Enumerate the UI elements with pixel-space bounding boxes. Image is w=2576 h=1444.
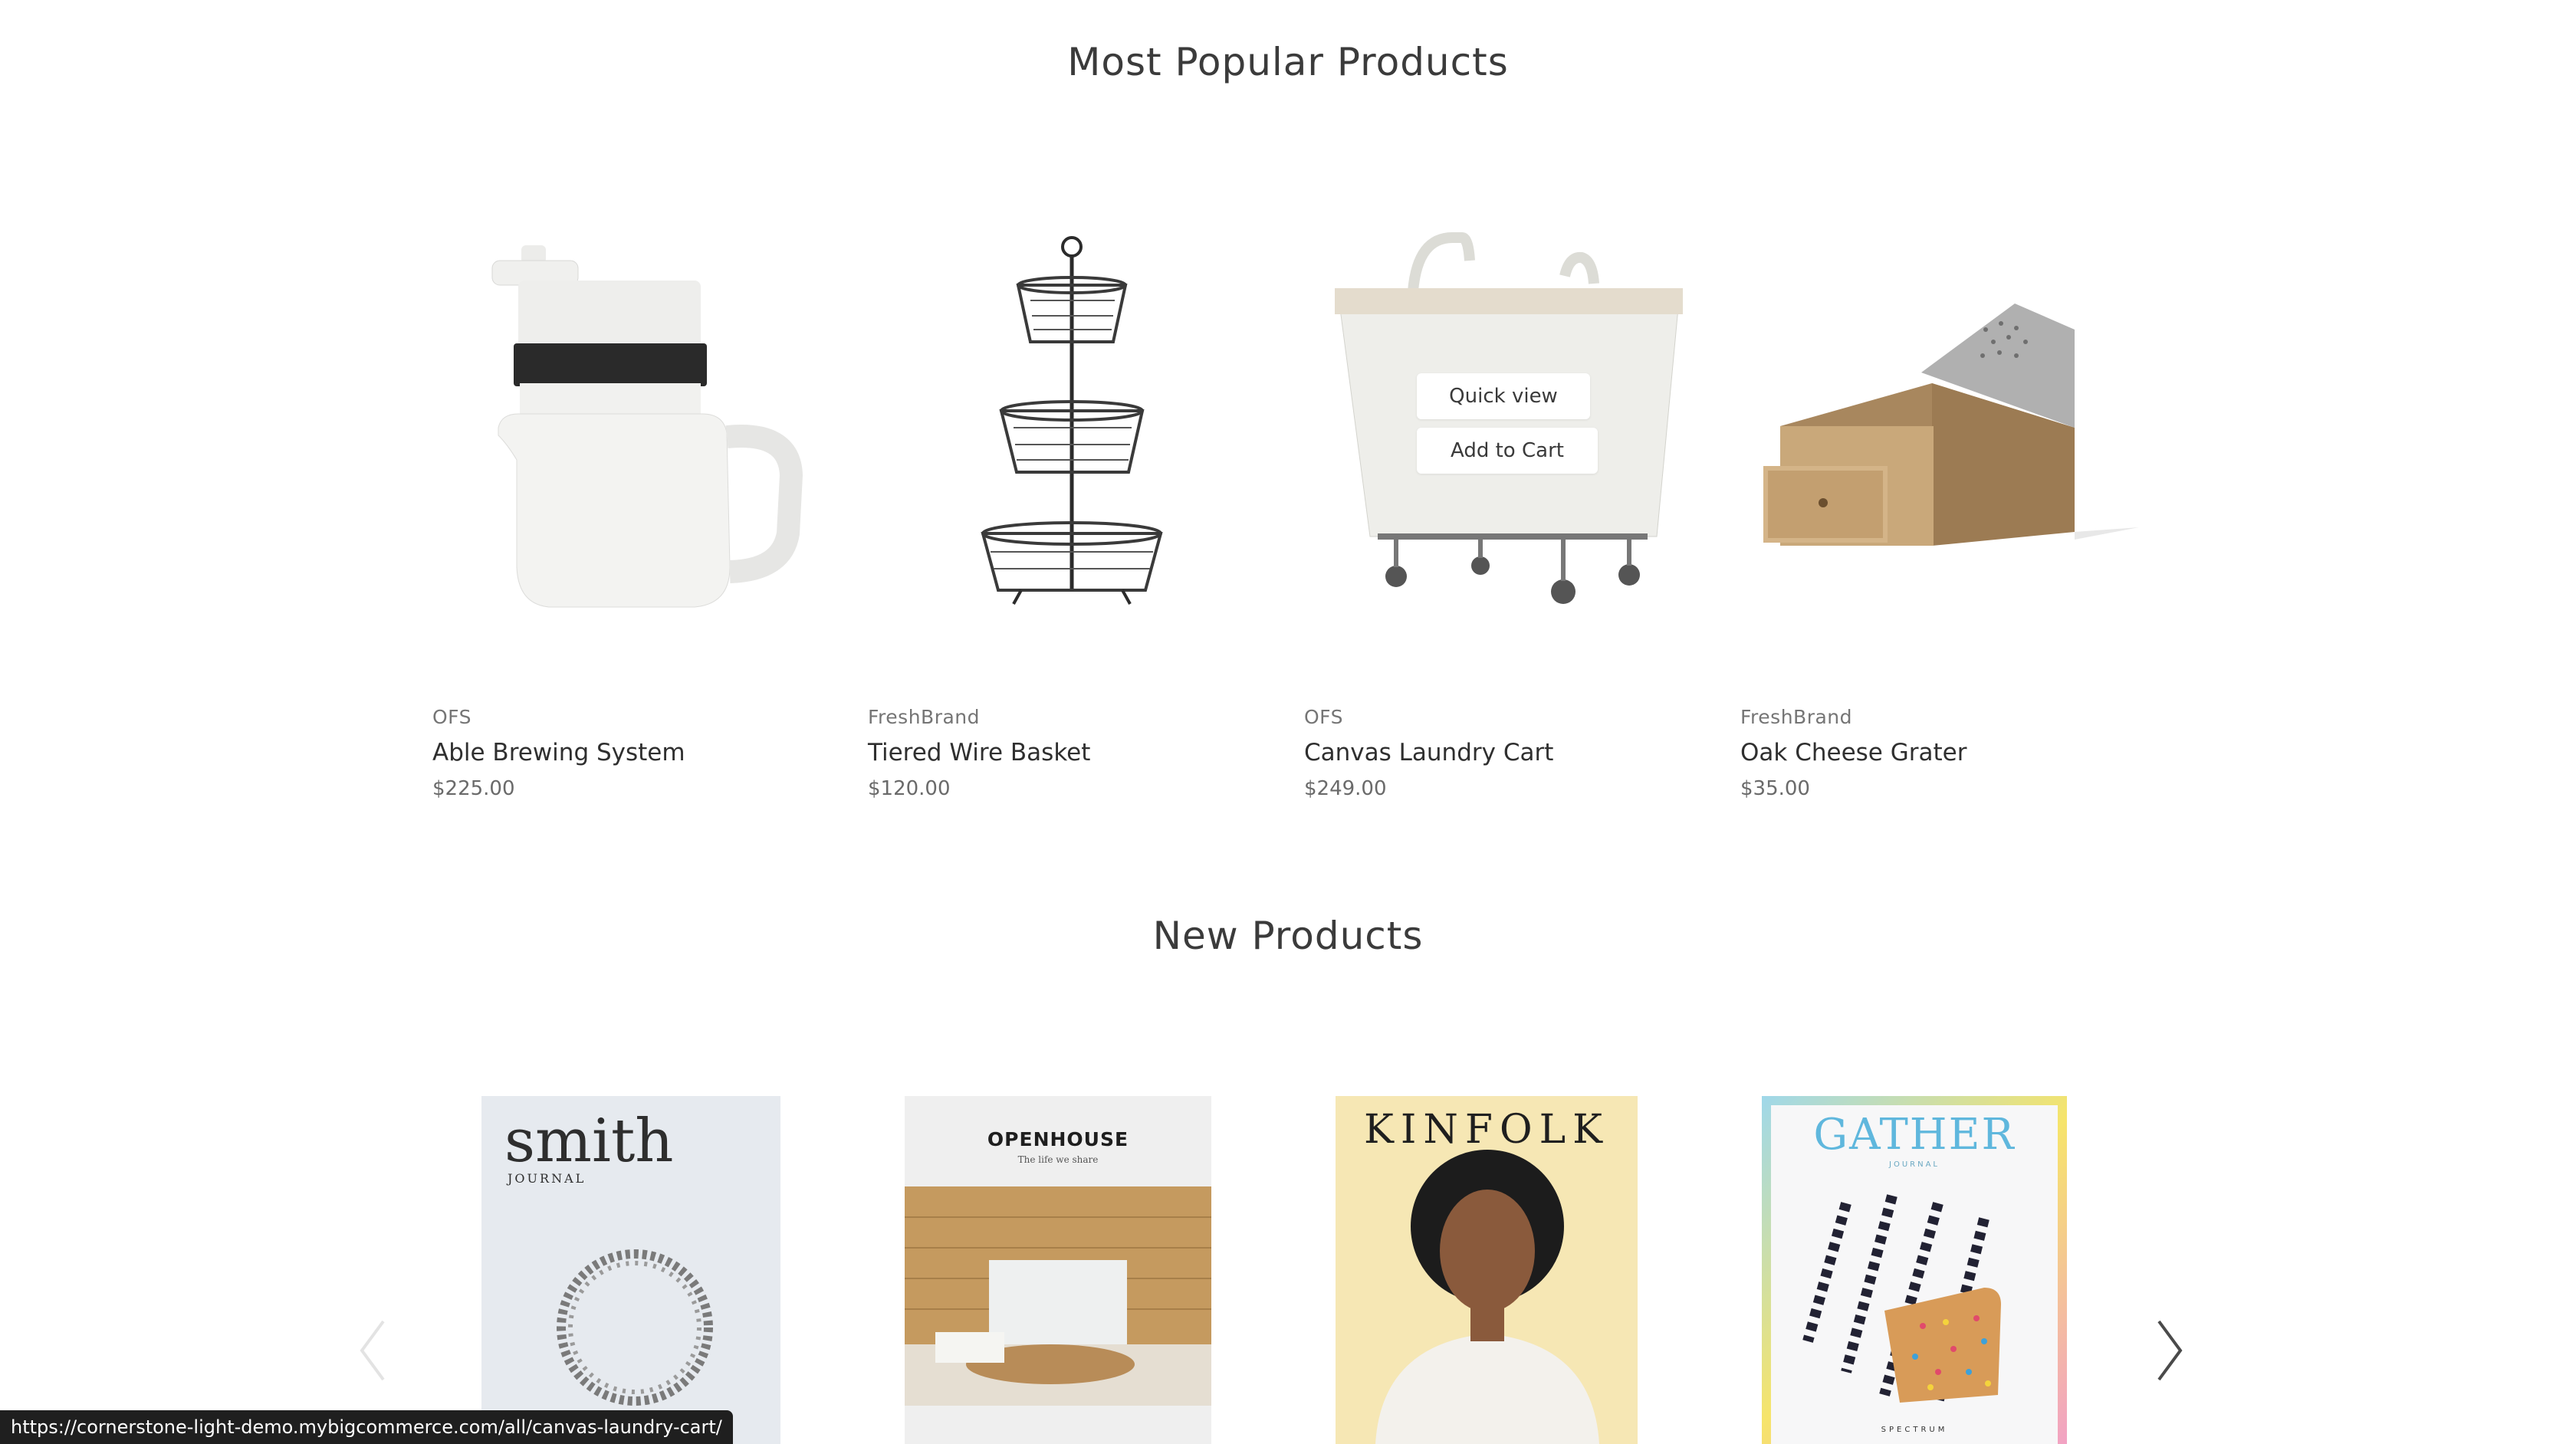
portrait-photo (1375, 1150, 1599, 1444)
product-image-cheese-grater[interactable] (1740, 230, 2139, 659)
popular-products-title: Most Popular Products (1067, 40, 1509, 84)
quick-view-button[interactable]: Quick view (1417, 373, 1590, 419)
cover-footer: SPECTRUM (1881, 1426, 1948, 1434)
product-card-kinfolk-magazine[interactable]: KINFOLK (1336, 1096, 1638, 1444)
product-price: $35.00 (1740, 777, 1810, 800)
product-name-link[interactable]: Able Brewing System (432, 739, 685, 766)
new-products-title: New Products (1152, 914, 1424, 958)
cover-subtitle: JOURNAL (508, 1171, 586, 1186)
barbed-wire-illustration (557, 1249, 713, 1406)
product-card-smith-journal[interactable]: smith JOURNAL (481, 1096, 780, 1444)
toast-sprinkles-photo (1802, 1194, 2001, 1404)
add-to-cart-button[interactable]: Add to Cart (1417, 428, 1598, 474)
cover-title: GATHER (1813, 1110, 2016, 1160)
product-card-gather-journal[interactable]: GATHER JOURNAL SPECTRUM (1762, 1096, 2067, 1444)
product-image-wire-basket[interactable] (868, 230, 1267, 659)
product-card-openhouse-magazine[interactable]: OPENHOUSE The life we share (905, 1096, 1211, 1444)
cover-subtitle: JOURNAL (1889, 1160, 1940, 1169)
cover-title: smith (504, 1107, 674, 1176)
product-price: $225.00 (432, 777, 515, 800)
product-name-link[interactable]: Oak Cheese Grater (1740, 739, 1967, 766)
product-image-brewing-system[interactable] (432, 230, 831, 659)
product-price: $249.00 (1304, 777, 1387, 800)
interior-photo (905, 1186, 1211, 1406)
product-name-link[interactable]: Canvas Laundry Cart (1304, 739, 1553, 766)
product-brand: OFS (432, 706, 472, 728)
link-status-bar: https://cornerstone-light-demo.mybigcomm… (0, 1410, 733, 1444)
product-name-link[interactable]: Tiered Wire Basket (868, 739, 1090, 766)
chevron-left-icon[interactable] (359, 1318, 386, 1383)
cover-title: OPENHOUSE (987, 1128, 1129, 1150)
cover-subtitle: The life we share (1017, 1154, 1099, 1165)
chevron-right-icon[interactable] (2156, 1318, 2183, 1383)
product-brand: FreshBrand (1740, 706, 1853, 728)
product-brand: OFS (1304, 706, 1343, 728)
product-price: $120.00 (868, 777, 951, 800)
product-brand: FreshBrand (868, 706, 981, 728)
cover-title: KINFOLK (1364, 1107, 1609, 1153)
